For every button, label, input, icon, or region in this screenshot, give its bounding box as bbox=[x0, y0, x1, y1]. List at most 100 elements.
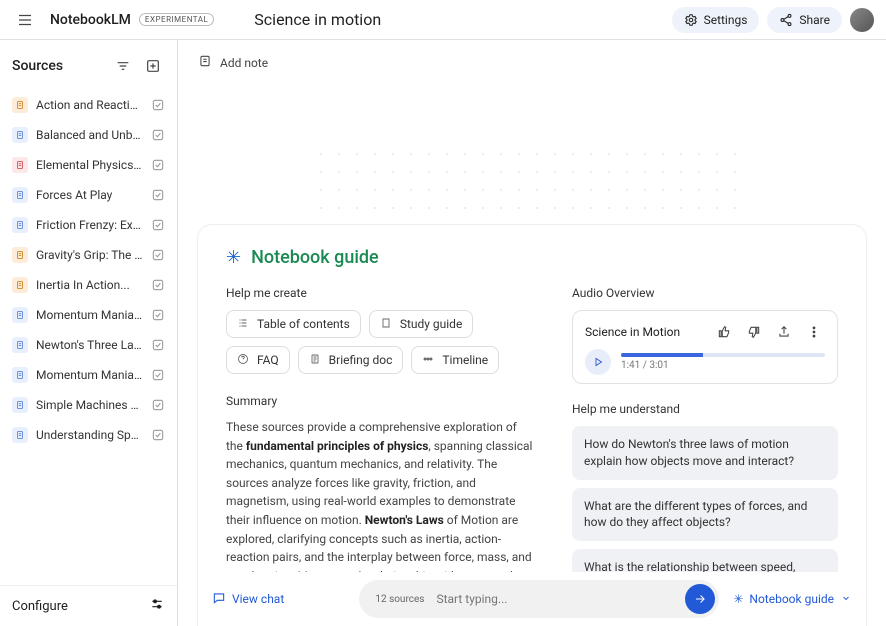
doc-icon bbox=[309, 353, 323, 367]
doc-icon bbox=[12, 217, 28, 233]
doc-icon bbox=[12, 277, 28, 293]
check-icon bbox=[151, 428, 165, 442]
source-item[interactable]: Momentum Mania: Inves... bbox=[0, 360, 177, 390]
question-item[interactable]: How do Newton's three laws of motion exp… bbox=[572, 426, 838, 480]
doc-icon bbox=[12, 97, 28, 113]
audio-track[interactable]: 1:41 / 3:01 bbox=[621, 353, 825, 371]
sources-heading: Sources bbox=[12, 58, 105, 74]
filter-icon[interactable] bbox=[111, 54, 135, 78]
check-icon bbox=[151, 368, 165, 382]
thumbs-up-icon[interactable] bbox=[713, 321, 735, 343]
doc-icon bbox=[12, 427, 28, 443]
source-item[interactable]: Gravity's Grip: The Force... bbox=[0, 240, 177, 270]
doc-icon bbox=[12, 187, 28, 203]
check-icon bbox=[151, 278, 165, 292]
hamburger-menu-button[interactable] bbox=[12, 7, 38, 33]
play-button[interactable] bbox=[585, 349, 611, 375]
question-item[interactable]: What are the different types of forces, … bbox=[572, 488, 838, 542]
guide-heading: Notebook guide bbox=[251, 247, 379, 268]
audio-card: Science in Motion 1:41 / 3:01 bbox=[572, 310, 838, 384]
send-button[interactable] bbox=[685, 584, 715, 614]
source-item[interactable]: Action and Reaction bbox=[0, 90, 177, 120]
export-icon[interactable] bbox=[773, 321, 795, 343]
source-name: Understanding Speed, Ve... bbox=[36, 428, 143, 442]
source-item[interactable]: Momentum Mania: Inves... bbox=[0, 300, 177, 330]
doc-icon bbox=[12, 247, 28, 263]
more-icon[interactable] bbox=[803, 321, 825, 343]
chip-study-guide[interactable]: Study guide bbox=[369, 310, 474, 338]
source-item[interactable]: Inertia In Action... bbox=[0, 270, 177, 300]
notebook-title: Science in motion bbox=[254, 10, 381, 29]
note-icon bbox=[198, 54, 212, 71]
source-item[interactable]: Friction Frenzy: Explorin... bbox=[0, 210, 177, 240]
notebook-guide-card: ✳ Notebook guide Help me create Table of… bbox=[198, 225, 866, 626]
sliders-icon bbox=[149, 596, 165, 616]
timeline-icon bbox=[422, 353, 436, 367]
source-name: Momentum Mania: Inves... bbox=[36, 368, 143, 382]
configure-row[interactable]: Configure bbox=[0, 585, 177, 626]
help-understand-label: Help me understand bbox=[572, 402, 838, 416]
chat-input[interactable] bbox=[430, 586, 685, 612]
share-label: Share bbox=[799, 13, 830, 27]
chip-toc[interactable]: Table of contents bbox=[226, 310, 361, 338]
settings-label: Settings bbox=[704, 13, 748, 27]
source-name: Momentum Mania: Inves... bbox=[36, 308, 143, 322]
source-item[interactable]: Newton's Three Laws... bbox=[0, 330, 177, 360]
check-icon bbox=[151, 338, 165, 352]
brand-name: NotebookLM bbox=[50, 12, 131, 28]
add-source-button[interactable] bbox=[141, 54, 165, 78]
chip-timeline[interactable]: Timeline bbox=[411, 346, 499, 374]
check-icon bbox=[151, 188, 165, 202]
source-item[interactable]: Understanding Speed, Ve... bbox=[0, 420, 177, 450]
help-icon bbox=[237, 353, 251, 367]
check-icon bbox=[151, 128, 165, 142]
chip-faq[interactable]: FAQ bbox=[226, 346, 290, 374]
doc-icon bbox=[12, 127, 28, 143]
source-name: Simple Machines Make... bbox=[36, 398, 143, 412]
experimental-badge: EXPERIMENTAL bbox=[139, 13, 214, 26]
source-name: Inertia In Action... bbox=[36, 278, 143, 292]
check-icon bbox=[151, 98, 165, 112]
audio-overview-label: Audio Overview bbox=[572, 286, 838, 300]
source-item[interactable]: Forces At Play bbox=[0, 180, 177, 210]
doc-icon bbox=[12, 367, 28, 383]
doc-icon bbox=[12, 307, 28, 323]
chevron-down-icon bbox=[840, 592, 852, 607]
audio-title: Science in Motion bbox=[585, 325, 705, 339]
configure-label: Configure bbox=[12, 599, 68, 614]
spark-icon: ✳ bbox=[226, 249, 241, 267]
spark-icon: ✳ bbox=[733, 592, 743, 606]
check-icon bbox=[151, 158, 165, 172]
check-icon bbox=[151, 308, 165, 322]
top-bar: NotebookLM EXPERIMENTAL Science in motio… bbox=[0, 0, 886, 40]
source-name: Action and Reaction bbox=[36, 98, 143, 112]
avatar[interactable] bbox=[850, 8, 874, 32]
source-name: Balanced and Unbalance... bbox=[36, 128, 143, 142]
view-chat-button[interactable]: View chat bbox=[198, 591, 284, 608]
add-note-button[interactable]: Add note bbox=[178, 40, 886, 85]
source-item[interactable]: Balanced and Unbalance... bbox=[0, 120, 177, 150]
source-item[interactable]: Elemental Physics, Third... bbox=[0, 150, 177, 180]
chat-input-wrap: 12 sources bbox=[359, 580, 719, 618]
source-name: Newton's Three Laws... bbox=[36, 338, 143, 352]
bottom-bar: View chat 12 sources ✳ Notebook guide bbox=[198, 572, 866, 626]
notebook-guide-button[interactable]: ✳ Notebook guide bbox=[733, 592, 866, 607]
source-item[interactable]: Simple Machines Make... bbox=[0, 390, 177, 420]
chat-icon bbox=[212, 591, 226, 608]
doc-icon bbox=[12, 337, 28, 353]
gear-icon bbox=[684, 13, 698, 27]
thumbs-down-icon[interactable] bbox=[743, 321, 765, 343]
check-icon bbox=[151, 248, 165, 262]
doc-icon bbox=[12, 397, 28, 413]
source-name: Friction Frenzy: Explorin... bbox=[36, 218, 143, 232]
check-icon bbox=[151, 218, 165, 232]
chip-briefing[interactable]: Briefing doc bbox=[298, 346, 404, 374]
help-create-label: Help me create bbox=[226, 286, 536, 300]
share-button[interactable]: Share bbox=[767, 7, 842, 33]
source-name: Elemental Physics, Third... bbox=[36, 158, 143, 172]
summary-label: Summary bbox=[226, 394, 536, 408]
share-icon bbox=[779, 13, 793, 27]
settings-button[interactable]: Settings bbox=[672, 7, 760, 33]
doc-icon bbox=[12, 157, 28, 173]
book-icon bbox=[380, 317, 394, 331]
